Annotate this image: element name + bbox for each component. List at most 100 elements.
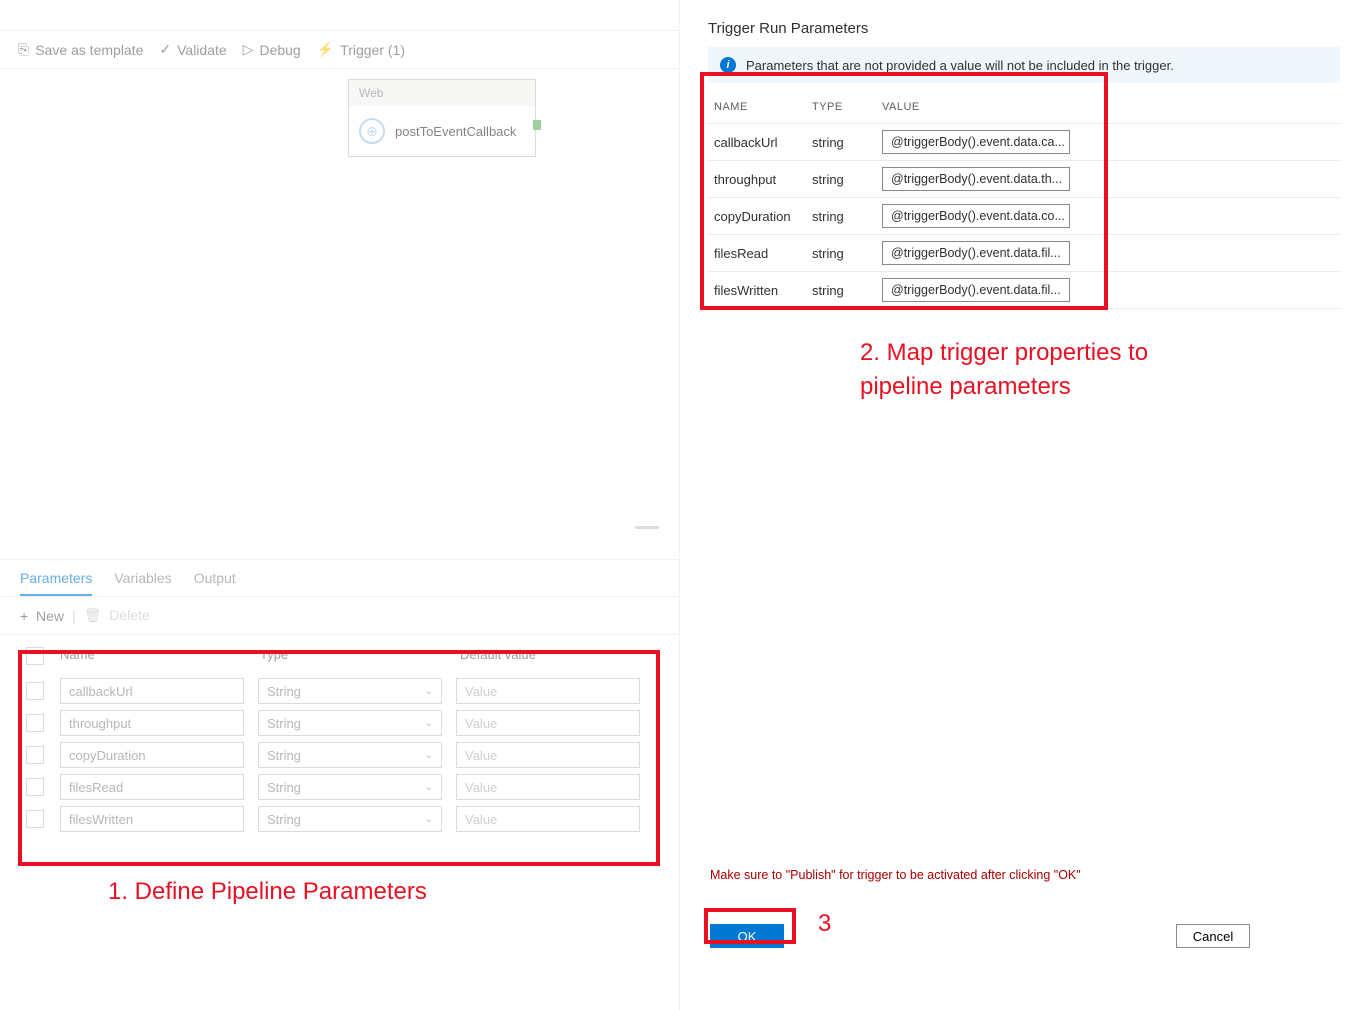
new-parameter-button[interactable]: + New: [20, 608, 64, 624]
delete-parameter-button[interactable]: 🗑 Delete: [84, 607, 150, 624]
trigger-param-type: string: [812, 172, 882, 187]
trigger-param-row: throughputstring@triggerBody().event.dat…: [708, 161, 1340, 198]
chevron-down-icon: ⌄: [425, 718, 433, 729]
tab-parameters[interactable]: Parameters: [20, 570, 92, 596]
col-name: Name: [60, 647, 246, 665]
panel-resize-handle[interactable]: [635, 526, 659, 529]
annotation-text-1: 1. Define Pipeline Parameters: [108, 878, 427, 906]
th-value: VALUE: [882, 101, 1334, 113]
param-type-select[interactable]: String⌄: [258, 806, 442, 832]
param-value-input[interactable]: Value: [456, 774, 640, 800]
param-name-input[interactable]: throughput: [60, 710, 244, 736]
param-type-select[interactable]: String⌄: [258, 742, 442, 768]
param-type-select[interactable]: String⌄: [258, 678, 442, 704]
row-checkbox[interactable]: [26, 778, 44, 796]
pipeline-canvas[interactable]: Web ⊕ postToEventCallback: [0, 69, 679, 559]
save-template-button[interactable]: ⎘ Save as template: [18, 41, 143, 58]
parameters-grid: Name Type Default value callbackUrl Strin…: [0, 635, 679, 847]
activity-node[interactable]: Web ⊕ postToEventCallback: [348, 79, 536, 157]
param-value-input[interactable]: Value: [456, 710, 640, 736]
template-icon: ⎘: [18, 41, 29, 58]
lightning-icon: ⚡: [317, 41, 334, 58]
pipeline-toolbar: ⎘ Save as template ✓ Validate ▷ Debug ⚡ …: [0, 30, 679, 69]
check-icon: ✓: [159, 41, 171, 58]
delete-label: Delete: [109, 607, 149, 623]
ok-button[interactable]: OK: [710, 924, 784, 948]
globe-icon: ⊕: [359, 118, 385, 144]
trigger-param-name: filesRead: [714, 246, 812, 261]
tab-variables[interactable]: Variables: [114, 570, 171, 596]
trigger-param-row: filesWrittenstring@triggerBody().event.d…: [708, 272, 1340, 309]
trigger-param-name: callbackUrl: [714, 135, 812, 150]
annotation-text-2: 2. Map trigger properties to pipeline pa…: [860, 336, 1210, 403]
trigger-param-row: copyDurationstring@triggerBody().event.d…: [708, 198, 1340, 235]
row-checkbox[interactable]: [26, 746, 44, 764]
param-value-input[interactable]: Value: [456, 678, 640, 704]
new-label: New: [36, 608, 64, 624]
th-name: NAME: [714, 101, 812, 113]
parameter-row: filesRead String⌄ Value: [26, 771, 653, 803]
param-name-input[interactable]: callbackUrl: [60, 678, 244, 704]
trigger-param-name: copyDuration: [714, 209, 812, 224]
trigger-param-name: filesWritten: [714, 283, 812, 298]
parameter-row: throughput String⌄ Value: [26, 707, 653, 739]
row-checkbox[interactable]: [26, 810, 44, 828]
th-type: TYPE: [812, 101, 882, 113]
trigger-param-type: string: [812, 246, 882, 261]
trigger-param-value-input[interactable]: @triggerBody().event.data.co...: [882, 204, 1070, 228]
trigger-button[interactable]: ⚡ Trigger (1): [317, 41, 405, 58]
parameter-row: callbackUrl String⌄ Value: [26, 675, 653, 707]
trigger-parameters-table: NAME TYPE VALUE callbackUrlstring@trigge…: [708, 91, 1340, 309]
trigger-param-value-input[interactable]: @triggerBody().event.data.fil...: [882, 278, 1070, 302]
trash-icon: 🗑: [84, 607, 102, 623]
trigger-param-value-input[interactable]: @triggerBody().event.data.ca...: [882, 130, 1070, 154]
play-icon: ▷: [243, 41, 254, 58]
separator: |: [72, 608, 76, 624]
chevron-down-icon: ⌄: [425, 750, 433, 761]
col-type: Type: [260, 647, 446, 665]
debug-label: Debug: [259, 42, 300, 58]
activity-name: postToEventCallback: [395, 124, 516, 139]
activity-type-label: Web: [349, 80, 535, 106]
param-name-input[interactable]: filesRead: [60, 774, 244, 800]
param-value-input[interactable]: Value: [456, 806, 640, 832]
param-name-input[interactable]: filesWritten: [60, 806, 244, 832]
param-value-input[interactable]: Value: [456, 742, 640, 768]
trigger-param-name: throughput: [714, 172, 812, 187]
row-checkbox[interactable]: [26, 682, 44, 700]
plus-icon: +: [20, 608, 28, 624]
info-icon: i: [720, 57, 736, 73]
select-all-checkbox[interactable]: [26, 647, 44, 665]
param-type-select[interactable]: String⌄: [258, 710, 442, 736]
chevron-down-icon: ⌄: [425, 686, 433, 697]
col-default: Default value: [460, 647, 646, 665]
save-template-label: Save as template: [35, 42, 143, 58]
chevron-down-icon: ⌄: [425, 782, 433, 793]
bottom-tabs: Parameters Variables Output: [0, 559, 679, 596]
success-connector[interactable]: [533, 120, 541, 130]
panel-title: Trigger Run Parameters: [680, 0, 1368, 47]
trigger-param-row: callbackUrlstring@triggerBody().event.da…: [708, 124, 1340, 161]
trigger-param-value-input[interactable]: @triggerBody().event.data.th...: [882, 167, 1070, 191]
row-checkbox[interactable]: [26, 714, 44, 732]
debug-button[interactable]: ▷ Debug: [243, 41, 301, 58]
trigger-label: Trigger (1): [340, 42, 405, 58]
info-message: Parameters that are not provided a value…: [746, 58, 1174, 73]
parameter-row: filesWritten String⌄ Value: [26, 803, 653, 835]
param-type-select[interactable]: String⌄: [258, 774, 442, 800]
param-name-input[interactable]: copyDuration: [60, 742, 244, 768]
trigger-param-row: filesReadstring@triggerBody().event.data…: [708, 235, 1340, 272]
trigger-param-type: string: [812, 283, 882, 298]
parameter-row: copyDuration String⌄ Value: [26, 739, 653, 771]
info-banner: i Parameters that are not provided a val…: [708, 47, 1340, 83]
trigger-param-type: string: [812, 135, 882, 150]
publish-warning: Make sure to "Publish" for trigger to be…: [710, 868, 1081, 882]
validate-label: Validate: [177, 42, 227, 58]
parameter-toolbar: + New | 🗑 Delete: [0, 596, 679, 635]
trigger-param-type: string: [812, 209, 882, 224]
validate-button[interactable]: ✓ Validate: [159, 41, 226, 58]
trigger-param-value-input[interactable]: @triggerBody().event.data.fil...: [882, 241, 1070, 265]
tab-output[interactable]: Output: [194, 570, 236, 596]
chevron-down-icon: ⌄: [425, 814, 433, 825]
cancel-button[interactable]: Cancel: [1176, 924, 1250, 948]
